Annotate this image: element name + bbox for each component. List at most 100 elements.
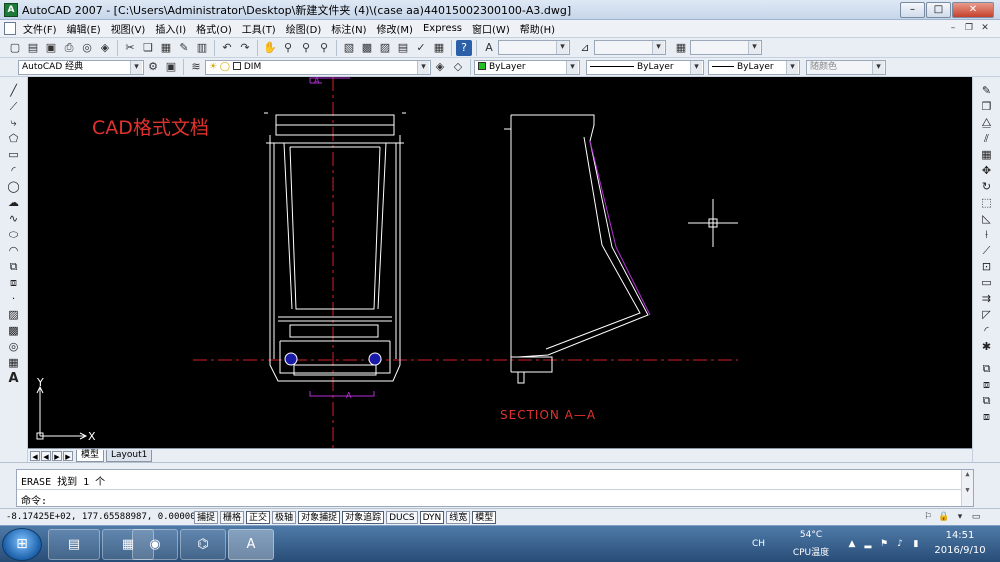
menu-format[interactable]: 格式(O) (191, 21, 237, 36)
sheetset-icon[interactable]: ▤ (395, 40, 411, 56)
join-icon[interactable]: ⇉ (979, 291, 995, 306)
model-toggle[interactable]: 模型 (472, 510, 497, 524)
command-prompt[interactable]: 命令: (21, 492, 47, 507)
dim-style-combo[interactable] (594, 40, 666, 55)
break-at-point-icon[interactable]: ⊡ (979, 259, 995, 274)
ellipse-arc-icon[interactable]: ◠ (6, 243, 22, 258)
move-icon[interactable]: ✥ (979, 163, 995, 178)
action-center-icon[interactable]: ⚑ (878, 538, 890, 550)
close-button[interactable]: ✕ (952, 2, 994, 18)
osnap-toggle[interactable]: 对象捕捉 (298, 510, 341, 524)
polar-toggle[interactable]: 极轴 (272, 510, 297, 524)
paste-icon[interactable]: ▦ (158, 40, 174, 56)
preview-icon[interactable]: ◎ (79, 40, 95, 56)
grid-toggle[interactable]: 栅格 (220, 510, 245, 524)
copy-icon[interactable]: ❏ (140, 40, 156, 56)
revision-cloud-icon[interactable]: ☁ (6, 195, 22, 210)
gradient-icon[interactable]: ▩ (6, 323, 22, 338)
match-icon[interactable]: ✎ (176, 40, 192, 56)
rotate-icon[interactable]: ↻ (979, 179, 995, 194)
designcenter-icon[interactable]: ▩ (359, 40, 375, 56)
notification-arrow-icon[interactable]: ▲ (846, 538, 858, 550)
table-icon[interactable]: ▦ (6, 355, 22, 370)
coordinate-readout[interactable]: -8.17425E+02, 177.65588987, 0.00000000 (6, 512, 212, 522)
open-icon[interactable]: ▤ (25, 40, 41, 56)
autocad-icon[interactable]: A (228, 529, 274, 560)
menu-window[interactable]: 窗口(W) (467, 21, 515, 36)
minimize-button[interactable]: – (900, 2, 925, 18)
prev-tab-button[interactable]: ◀ (41, 450, 51, 461)
make-block-icon[interactable]: ⧈ (6, 275, 22, 290)
tab-layout1[interactable]: Layout1 (106, 449, 153, 462)
region-icon[interactable]: ◎ (6, 339, 22, 354)
spline-icon[interactable]: ∿ (6, 211, 22, 226)
doc-close-button[interactable]: ✕ (978, 22, 992, 35)
make-current-layer-icon[interactable]: ◈ (432, 59, 448, 75)
redo-icon[interactable]: ↷ (237, 40, 253, 56)
menu-modify[interactable]: 修改(M) (372, 21, 418, 36)
point-icon[interactable]: · (6, 291, 22, 306)
plotstyle-combo[interactable]: 随颜色 (806, 59, 886, 75)
line-icon[interactable]: ╱ (6, 83, 22, 98)
snap-toggle[interactable]: 捕捉 (194, 510, 219, 524)
drawing-area[interactable]: A A CAD格式文档 SECTION A—A X Y (28, 77, 972, 448)
clean-screen-icon[interactable]: ▭ (970, 511, 982, 523)
next-tab-button[interactable]: ▶ (52, 450, 62, 461)
save-icon[interactable]: ▣ (43, 40, 59, 56)
menu-draw[interactable]: 绘图(D) (281, 21, 327, 36)
zoom-previous-icon[interactable]: ⚲ (316, 40, 332, 56)
array-icon[interactable]: ▦ (979, 147, 995, 162)
publish-icon[interactable]: ◈ (97, 40, 113, 56)
zoom-realtime-icon[interactable]: ⚲ (280, 40, 296, 56)
menu-help[interactable]: 帮助(H) (515, 21, 560, 36)
cut-icon[interactable]: ✂ (122, 40, 138, 56)
autocad-app-icon[interactable]: A (4, 2, 18, 17)
menu-insert[interactable]: 插入(I) (150, 21, 191, 36)
communication-center-icon[interactable]: ⚐ (922, 511, 934, 523)
volume-icon[interactable]: ♪ (894, 538, 906, 550)
new-icon[interactable]: ▢ (7, 40, 23, 56)
trim-icon[interactable]: ⟊ (979, 227, 995, 242)
circle-icon[interactable]: ◯ (6, 179, 22, 194)
dyn-toggle[interactable]: DYN (419, 510, 445, 524)
command-scrollbar[interactable]: ▲ ▼ (961, 470, 973, 506)
ellipse-icon[interactable]: ⬭ (6, 227, 22, 242)
windows-orb-icon[interactable]: ⊞ (2, 528, 42, 561)
insert-block-icon[interactable]: ⧉ (6, 259, 22, 274)
battery-icon[interactable]: ▮ (910, 538, 922, 550)
undo-icon[interactable]: ↶ (219, 40, 235, 56)
bring-front-icon[interactable]: ⧈ (979, 377, 995, 392)
lineweight-combo[interactable]: ByLayer (708, 59, 800, 75)
menu-edit[interactable]: 编辑(E) (62, 21, 106, 36)
arc-icon[interactable]: ◜ (6, 163, 22, 178)
properties-icon[interactable]: ▧ (341, 40, 357, 56)
toolpalette-icon[interactable]: ▨ (377, 40, 393, 56)
workspace-save-icon[interactable]: ▣ (163, 59, 179, 75)
scale-icon[interactable]: ⬚ (979, 195, 995, 210)
bring-above-icon[interactable]: ⧈ (979, 409, 995, 424)
lock-icon[interactable]: 🔒 (938, 511, 950, 523)
clock-time[interactable]: 14:51 (930, 530, 990, 541)
menu-dimension[interactable]: 标注(N) (326, 21, 371, 36)
layer-previous-icon[interactable]: ◇ (450, 59, 466, 75)
menu-view[interactable]: 视图(V) (106, 21, 151, 36)
break-icon[interactable]: ▭ (979, 275, 995, 290)
lineweight-toggle[interactable]: 线宽 (446, 510, 471, 524)
last-tab-button[interactable]: ▶ (63, 450, 73, 461)
calculator-icon[interactable]: ▦ (431, 40, 447, 56)
send-back-icon[interactable]: ⧉ (979, 393, 995, 408)
draworder-icon[interactable]: ⧉ (979, 361, 995, 376)
doc-restore-button[interactable]: ❐ (962, 22, 976, 35)
mtext-icon[interactable]: A (6, 371, 22, 386)
menu-tools[interactable]: 工具(T) (237, 21, 281, 36)
print-icon[interactable]: ⎙ (61, 40, 77, 56)
text-style-combo[interactable] (498, 40, 570, 55)
first-tab-button[interactable]: ◀ (30, 450, 40, 461)
document-icon[interactable] (4, 22, 16, 35)
erase-icon[interactable]: ✎ (979, 83, 995, 98)
doc-minimize-button[interactable]: – (946, 22, 960, 35)
explode-icon[interactable]: ✱ (979, 339, 995, 354)
maximize-button[interactable]: □ (926, 2, 951, 18)
tab-model[interactable]: 模型 (76, 449, 105, 462)
construction-line-icon[interactable]: ⟋ (6, 99, 22, 114)
